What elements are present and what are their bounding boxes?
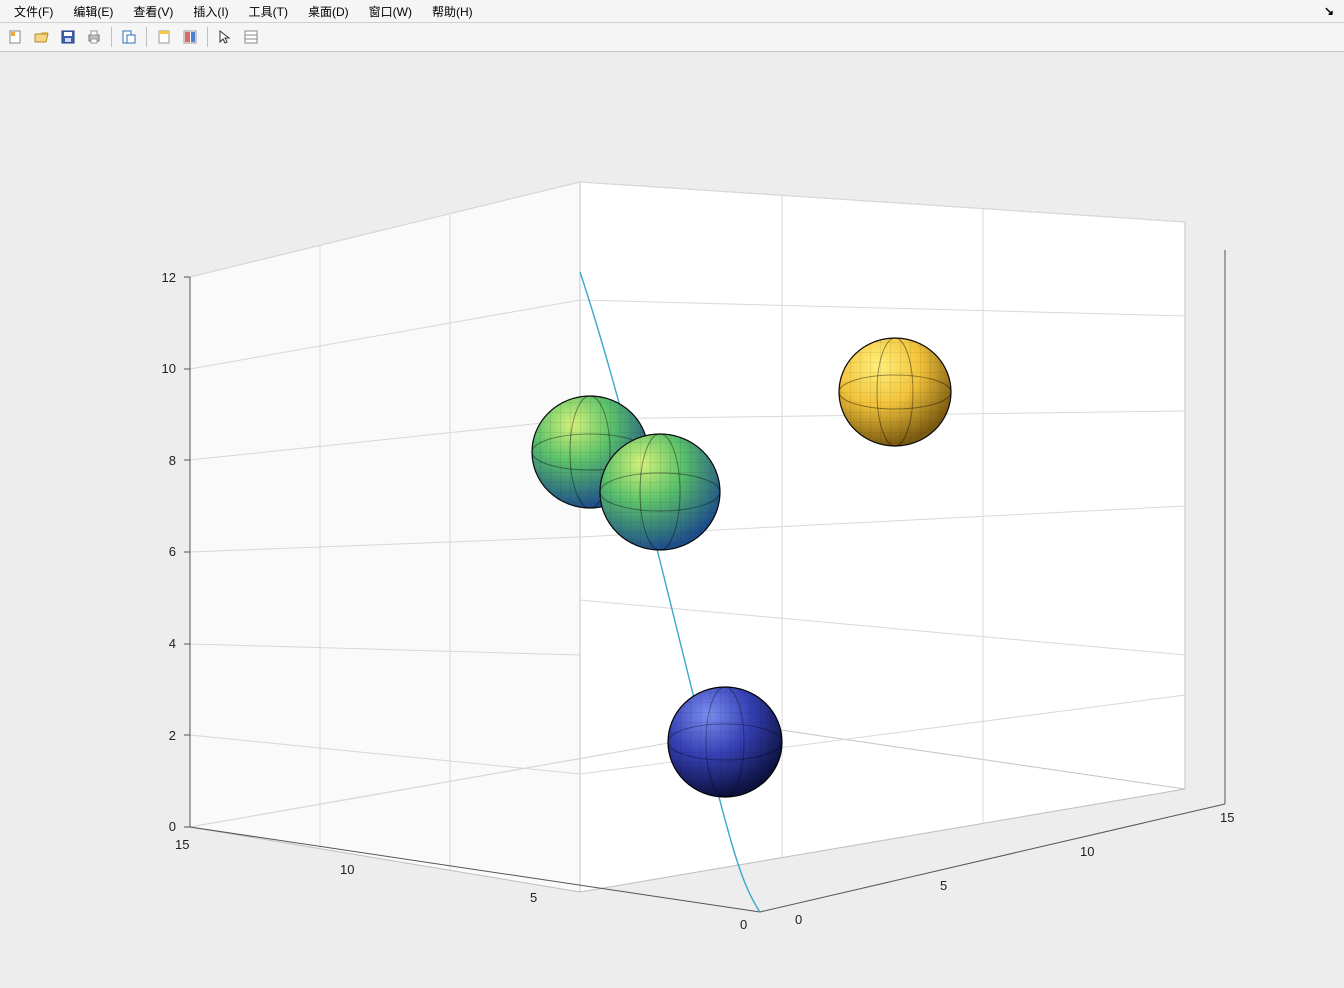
z-tick-8: 8 [152,453,176,468]
menu-bar: 文件(F) 编辑(E) 查看(V) 插入(I) 工具(T) 桌面(D) 窗口(W… [0,0,1344,23]
menu-tools[interactable]: 工具(T) [239,1,298,22]
sphere-yellow [839,338,951,446]
sphere-green-front [600,434,720,550]
x-tick-15: 15 [175,837,189,852]
x-tick-10: 10 [340,862,354,877]
axes-3d[interactable]: 0 2 4 6 8 10 12 15 10 5 0 0 5 10 15 [60,92,1280,972]
x-tick-5: 5 [530,890,537,905]
z-tick-12: 12 [148,270,176,285]
back-wall-left [190,182,580,892]
new-figure-icon[interactable] [4,25,28,49]
toolbar-separator [111,27,112,47]
menu-insert[interactable]: 插入(I) [183,1,238,22]
z-tick-6: 6 [152,544,176,559]
menu-desktop[interactable]: 桌面(D) [298,1,359,22]
z-tick-0: 0 [152,819,176,834]
link-icon[interactable] [152,25,176,49]
figure-area: 0 2 4 6 8 10 12 15 10 5 0 0 5 10 15 [0,52,1344,988]
toolbar-separator [207,27,208,47]
open-icon[interactable] [30,25,54,49]
y-tick-0: 0 [795,912,802,927]
save-icon[interactable] [56,25,80,49]
menu-window[interactable]: 窗口(W) [359,1,422,22]
y-tick-10: 10 [1080,844,1094,859]
x-tick-0: 0 [740,917,747,932]
y-tick-15: 15 [1220,810,1234,825]
menu-view[interactable]: 查看(V) [123,1,183,22]
print-icon[interactable] [82,25,106,49]
z-ticks [184,277,190,827]
menu-help[interactable]: 帮助(H) [422,1,483,22]
print-preview-icon[interactable] [117,25,141,49]
y-tick-5: 5 [940,878,947,893]
z-tick-2: 2 [152,728,176,743]
z-tick-4: 4 [152,636,176,651]
menu-file[interactable]: 文件(F) [4,1,63,22]
insert-colorbar-icon[interactable] [178,25,202,49]
menu-edit[interactable]: 编辑(E) [63,1,123,22]
sphere-blue [668,687,782,797]
pointer-icon[interactable] [213,25,237,49]
dock-icon[interactable]: ↘ [1318,4,1340,18]
z-tick-10: 10 [148,361,176,376]
toolbar-separator [146,27,147,47]
toolbar [0,23,1344,52]
data-cursor-icon[interactable] [239,25,263,49]
